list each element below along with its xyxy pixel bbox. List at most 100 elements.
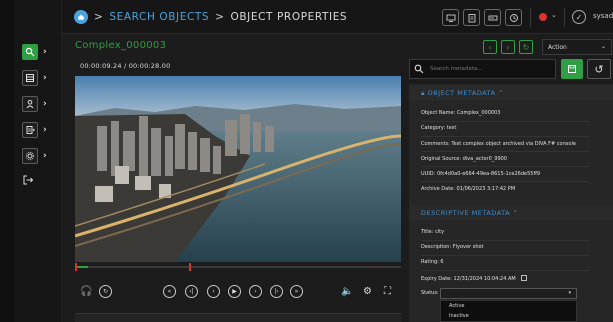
history-button[interactable] xyxy=(505,9,522,26)
search-input[interactable] xyxy=(430,62,550,76)
timeline-in-marker[interactable] xyxy=(75,263,77,271)
refresh-button[interactable]: ↻ xyxy=(519,40,533,54)
jump-start-icon[interactable]: « xyxy=(163,285,176,298)
sidebar-item-jobs[interactable]: › xyxy=(22,121,48,138)
row-divider xyxy=(421,121,589,122)
row-divider xyxy=(421,240,589,241)
sidebar-search-box xyxy=(22,43,38,60)
chevron-up-icon: ⌃ xyxy=(512,209,519,217)
row-divider xyxy=(421,181,589,182)
chevron-left-icon: ‹ xyxy=(488,42,492,52)
fullscreen-icon[interactable]: ⛶ xyxy=(381,285,394,298)
field-value[interactable]: 6 xyxy=(440,259,443,265)
field-label: Expiry Date: xyxy=(421,276,452,282)
field-label: Status: xyxy=(421,290,439,296)
metadata-row-comments: Comments: Test complex object archived v… xyxy=(421,141,576,147)
sidebar-jobs-box xyxy=(22,121,38,138)
check-circle-icon[interactable]: ✓ xyxy=(572,10,586,24)
timecode: 00:00:09.24 / 00:00:28.00 xyxy=(80,62,170,70)
home-icon[interactable] xyxy=(74,10,88,24)
descriptive-metadata-header[interactable]: DESCRIPTIVE METADATA ⌃ xyxy=(409,205,613,221)
status-option-active[interactable]: Active xyxy=(441,301,576,311)
previous-button[interactable]: ‹ xyxy=(483,40,497,54)
city-aerial-image xyxy=(75,76,401,262)
left-rail xyxy=(0,0,14,322)
object-metadata-header[interactable]: 🔒︎ OBJECT METADATA ⌃ xyxy=(409,85,613,101)
play-icon[interactable]: ▶ xyxy=(228,285,241,298)
sidebar-settings-box xyxy=(22,147,38,164)
monitor-button[interactable] xyxy=(442,9,459,26)
sidebar-item-logout[interactable] xyxy=(22,171,48,188)
status-option-inactive[interactable]: Inactive xyxy=(441,311,576,321)
calendar-icon[interactable] xyxy=(521,275,528,281)
toolbar-divider xyxy=(530,8,531,27)
settings-icon xyxy=(25,151,35,160)
breadcrumb-search-objects[interactable]: SEARCH OBJECTS xyxy=(109,11,209,23)
metadata-row-title: Title: city xyxy=(421,229,444,235)
action-dropdown[interactable]: Action ⌄ xyxy=(542,39,612,55)
drive-button[interactable] xyxy=(484,9,501,26)
breadcrumb-separator: > xyxy=(94,11,104,23)
field-value: Complex_000003 xyxy=(456,110,501,116)
field-value[interactable]: city xyxy=(435,229,444,235)
headphones-icon[interactable]: 🎧 xyxy=(80,285,93,298)
playback-timeline[interactable] xyxy=(75,263,401,271)
bottom-panel xyxy=(75,313,401,322)
refresh-icon: ↻ xyxy=(522,42,530,52)
chevron-down-icon[interactable]: ⌄ xyxy=(551,11,557,19)
row-divider xyxy=(421,166,589,167)
chevron-right-icon: › xyxy=(43,72,47,83)
next-frame-icon[interactable]: |› xyxy=(270,285,283,298)
field-label: Rating: xyxy=(421,259,439,265)
sidebar-item-search[interactable]: › xyxy=(22,43,48,60)
row-divider xyxy=(421,136,589,137)
jump-end-icon[interactable]: » xyxy=(290,285,303,298)
page-title: OBJECT PROPERTIES xyxy=(230,11,348,23)
previous-frame-icon[interactable]: ‹| xyxy=(185,285,198,298)
metadata-panel xyxy=(409,84,613,322)
sidebar-item-storage[interactable]: › xyxy=(22,69,48,86)
sidebar: › › › › › xyxy=(14,0,62,322)
field-value[interactable]: Flyover shot xyxy=(453,244,484,250)
clipboard-button[interactable] xyxy=(463,9,480,26)
sidebar-item-settings[interactable]: › xyxy=(22,147,48,164)
chevron-right-icon: › xyxy=(43,98,47,109)
lock-icon: 🔒︎ xyxy=(421,89,425,97)
sidebar-item-users[interactable]: › xyxy=(22,95,48,112)
gear-icon[interactable]: ⚙ xyxy=(361,285,374,298)
video-preview[interactable] xyxy=(75,76,401,262)
step-forward-icon[interactable]: › xyxy=(249,285,262,298)
field-label: Original Source: xyxy=(421,156,462,162)
field-label: Comments: xyxy=(421,141,450,147)
loop-icon[interactable]: ↻ xyxy=(99,285,112,298)
field-value[interactable]: 12/31/2024 10:04:24 AM xyxy=(454,276,516,282)
search-icon xyxy=(414,64,424,74)
timeline-out-marker[interactable] xyxy=(189,263,191,271)
status-select[interactable]: ▾ xyxy=(440,288,577,299)
metadata-search xyxy=(409,59,556,79)
metadata-row-object-name: Object Name: Complex_000003 xyxy=(421,110,500,116)
reset-button[interactable]: ↺ xyxy=(587,59,611,79)
field-label: Title: xyxy=(421,229,434,235)
current-time: 00:00:09.24 xyxy=(80,62,122,70)
row-divider xyxy=(421,270,589,271)
save-button[interactable] xyxy=(561,59,583,79)
next-button[interactable]: › xyxy=(501,40,515,54)
metadata-row-category: Category: test xyxy=(421,125,456,131)
record-status-icon[interactable] xyxy=(539,13,547,21)
step-back-icon[interactable]: ‹ xyxy=(207,285,220,298)
metadata-row-description: Description: Flyover shot xyxy=(421,244,484,250)
metadata-row-archive-date: Archive Date: 01/06/2023 3:17:42 PM xyxy=(421,186,515,192)
row-divider xyxy=(421,151,589,152)
field-value: test xyxy=(446,125,457,131)
history-icon xyxy=(509,13,518,22)
chevron-down-icon: ▾ xyxy=(568,290,571,296)
save-icon xyxy=(568,65,576,73)
duration: 00:00:28.00 xyxy=(128,62,171,70)
action-dropdown-label: Action xyxy=(548,44,567,51)
field-value: diva_actor0_9900 xyxy=(462,156,507,162)
chevron-right-icon: › xyxy=(43,46,47,57)
user-name[interactable]: sysadr xyxy=(593,12,613,20)
breadcrumb: > SEARCH OBJECTS > OBJECT PROPERTIES xyxy=(92,11,347,23)
volume-icon[interactable]: 🔈 xyxy=(341,285,354,298)
